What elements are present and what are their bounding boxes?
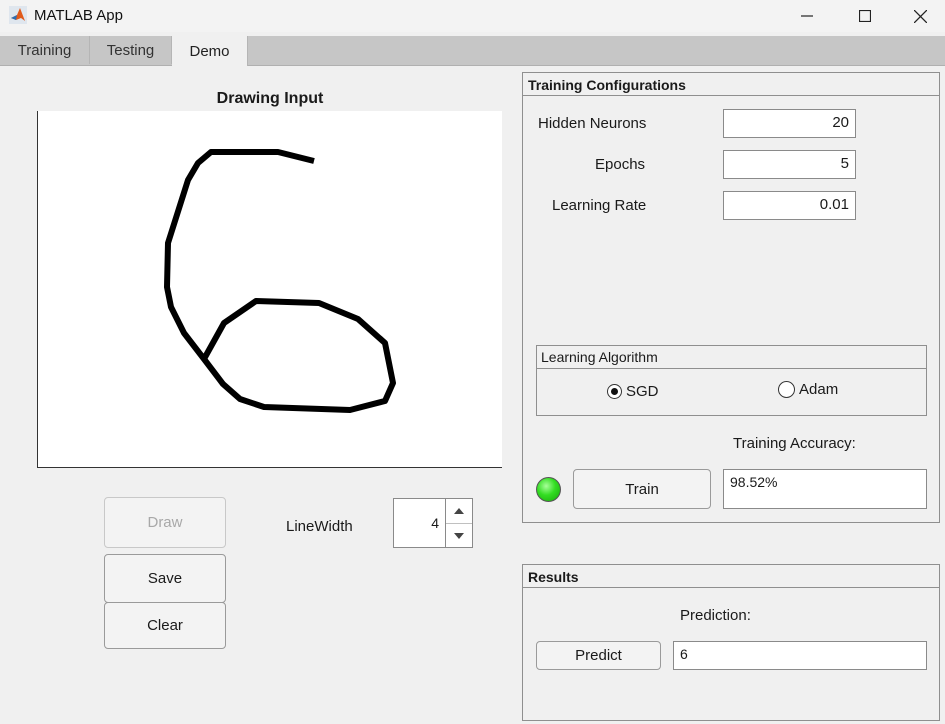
train-button[interactable]: Train xyxy=(573,469,711,509)
drawn-digit-stroke xyxy=(164,149,396,413)
results-panel: Results Prediction: Predict 6 xyxy=(522,564,940,721)
training-accuracy-field: 98.52% xyxy=(723,469,927,509)
training-config-title: Training Configurations xyxy=(523,73,939,96)
minimize-button[interactable] xyxy=(778,0,836,32)
linewidth-spinner-arrows xyxy=(445,498,473,548)
tab-training[interactable]: Training xyxy=(0,36,90,64)
training-accuracy-label: Training Accuracy: xyxy=(733,435,856,452)
radio-selected-icon xyxy=(607,384,622,399)
prediction-field: 6 xyxy=(673,641,927,670)
clear-button[interactable]: Clear xyxy=(104,602,226,649)
close-icon xyxy=(913,9,927,23)
minimize-icon xyxy=(801,15,813,17)
window-title: MATLAB App xyxy=(34,7,123,24)
learning-algorithm-panel: Learning Algorithm SGD Adam xyxy=(536,345,927,416)
linewidth-label: LineWidth xyxy=(286,518,353,535)
radio-adam[interactable]: Adam xyxy=(778,381,838,398)
epochs-input[interactable]: 5 xyxy=(723,150,856,179)
radio-sgd-label: SGD xyxy=(626,383,659,400)
prediction-label: Prediction: xyxy=(680,607,751,624)
matlab-logo-icon xyxy=(9,6,27,24)
chevron-down-icon xyxy=(454,533,464,539)
spinner-up-button[interactable] xyxy=(446,499,472,524)
drawing-title: Drawing Input xyxy=(216,90,324,107)
close-button[interactable] xyxy=(895,0,945,32)
linewidth-spinner-value[interactable]: 4 xyxy=(393,498,446,548)
tab-testing[interactable]: Testing xyxy=(90,36,172,64)
drawing-canvas[interactable] xyxy=(37,111,502,468)
spinner-down-button[interactable] xyxy=(446,524,472,548)
radio-unselected-icon xyxy=(778,381,795,398)
learning-rate-label: Learning Rate xyxy=(552,197,647,214)
learning-algorithm-title: Learning Algorithm xyxy=(537,346,926,369)
learning-rate-input[interactable]: 0.01 xyxy=(723,191,856,220)
chevron-up-icon xyxy=(454,508,464,514)
tab-demo[interactable]: Demo xyxy=(172,36,248,66)
hidden-neurons-input[interactable]: 20 xyxy=(723,109,856,138)
hidden-neurons-label: Hidden Neurons xyxy=(538,115,647,132)
epochs-label: Epochs xyxy=(595,156,646,173)
training-config-panel: Training Configurations Hidden Neurons 2… xyxy=(522,72,940,523)
radio-sgd[interactable]: SGD xyxy=(607,383,659,400)
status-lamp xyxy=(536,477,561,502)
save-button[interactable]: Save xyxy=(104,554,226,603)
maximize-button[interactable] xyxy=(836,0,894,32)
results-title: Results xyxy=(523,565,939,588)
radio-adam-label: Adam xyxy=(799,381,839,398)
predict-button[interactable]: Predict xyxy=(536,641,661,670)
maximize-icon xyxy=(859,10,871,22)
draw-button[interactable]: Draw xyxy=(104,497,226,548)
